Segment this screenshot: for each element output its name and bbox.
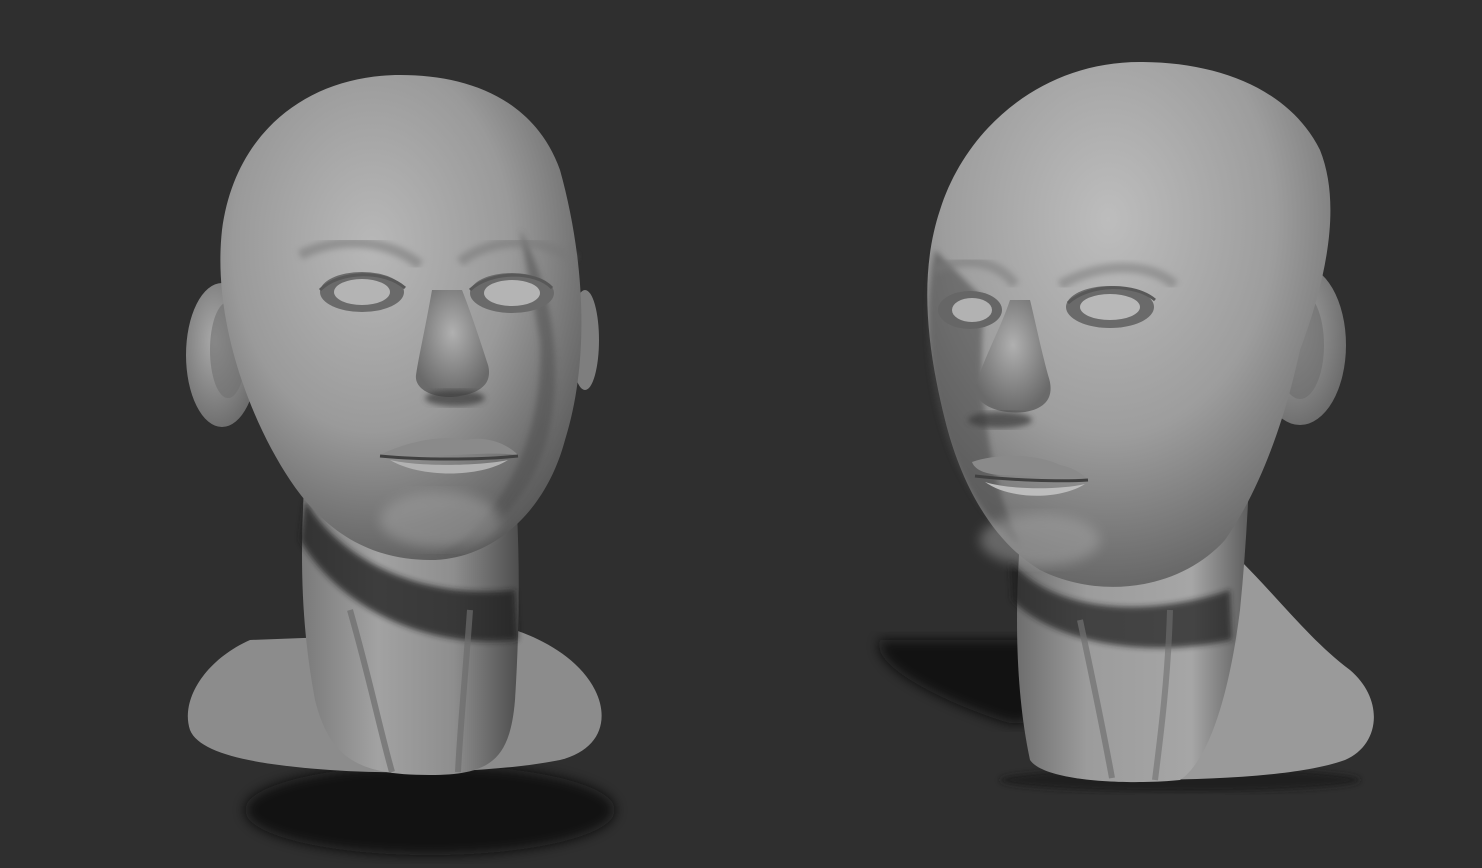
nose-shadow bbox=[425, 390, 485, 406]
nose-shadow bbox=[968, 412, 1032, 428]
cast-shadow bbox=[245, 765, 615, 855]
cast-shadow bbox=[879, 640, 1040, 724]
eye-left bbox=[938, 291, 1002, 329]
head bbox=[220, 75, 582, 560]
sculpt-head-three-quarter[interactable] bbox=[879, 62, 1374, 792]
eye-right bbox=[468, 273, 554, 313]
chin-highlight bbox=[380, 492, 500, 548]
render-scene bbox=[186, 62, 1374, 855]
sculpt-head-front[interactable] bbox=[186, 75, 615, 855]
viewport-canvas[interactable] bbox=[0, 0, 1482, 868]
chin-highlight bbox=[980, 514, 1100, 566]
